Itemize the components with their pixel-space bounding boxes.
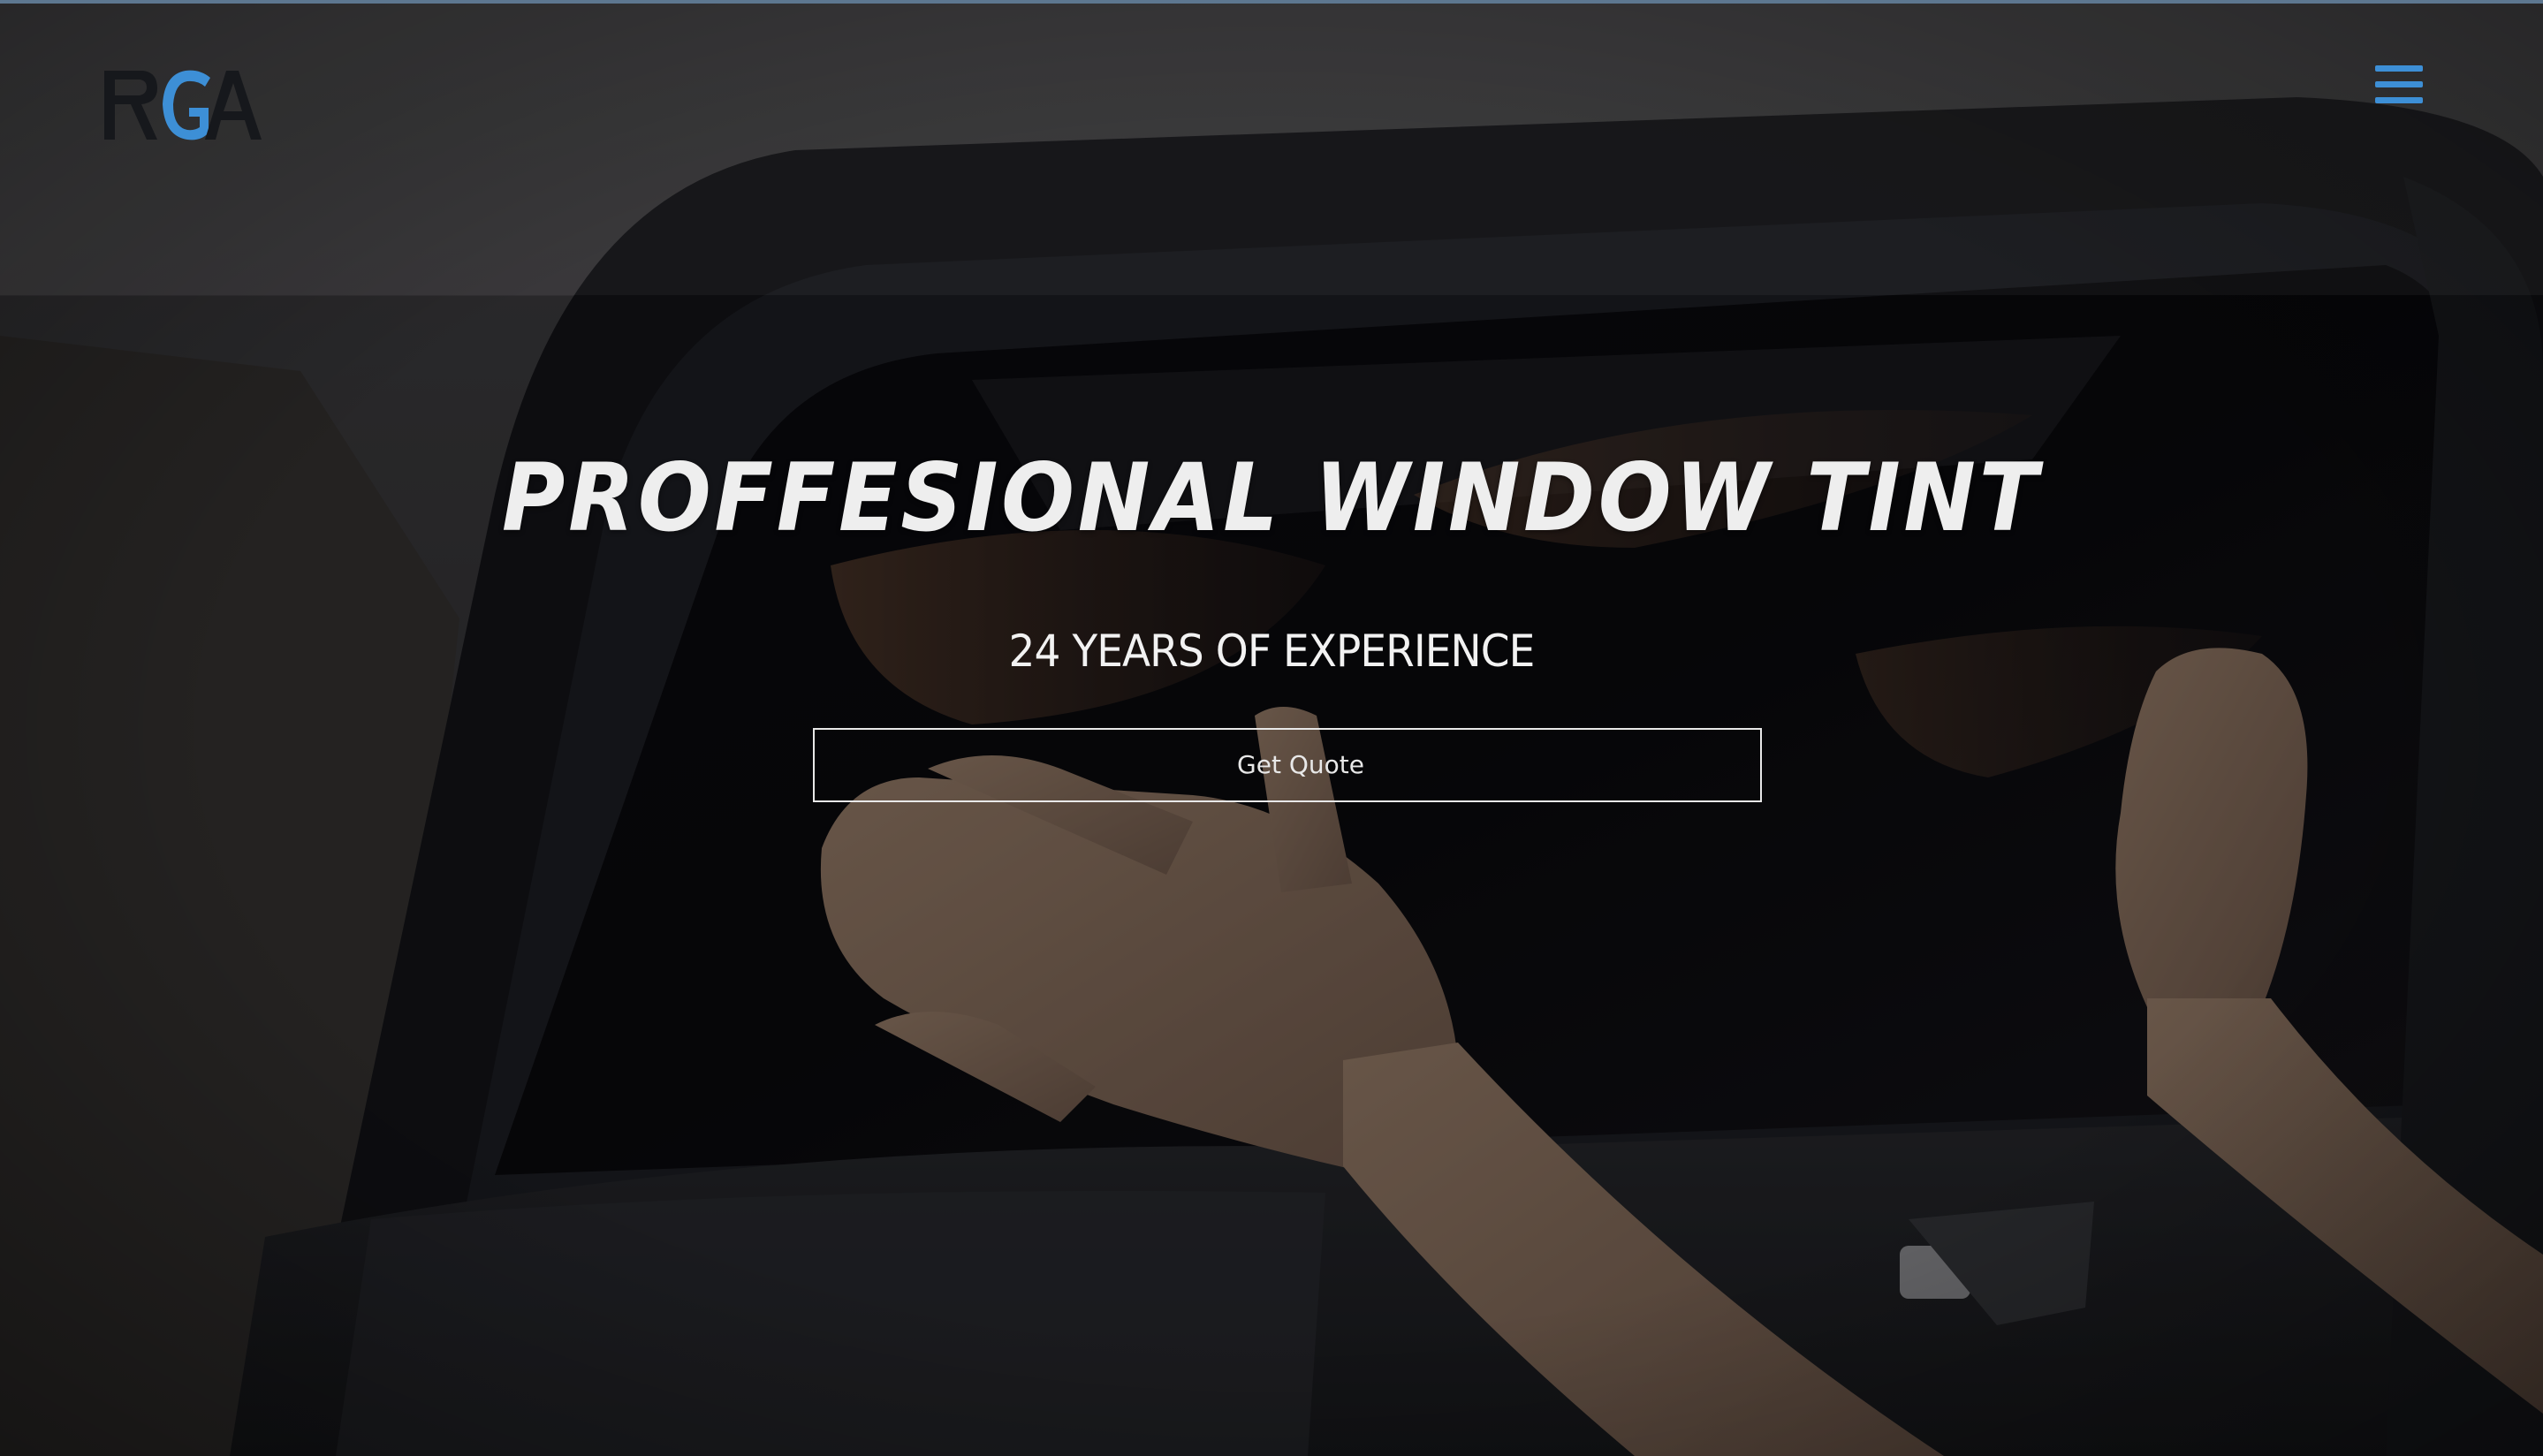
header-bar xyxy=(0,4,2543,295)
get-quote-button[interactable]: Get Quote xyxy=(813,728,1762,802)
menu-bar-bottom xyxy=(2375,97,2423,103)
menu-bar-top xyxy=(2375,65,2423,72)
hero-section: PROFFESIONAL WINDOW TINT 24 YEARS OF EXP… xyxy=(0,0,2543,1456)
hero-subheadline: 24 YEARS OF EXPERIENCE xyxy=(1008,626,1536,677)
menu-bar-middle xyxy=(2375,81,2423,87)
rga-logo[interactable] xyxy=(101,65,262,145)
hamburger-menu-icon[interactable] xyxy=(2375,62,2423,108)
hero-headline: PROFFESIONAL WINDOW TINT xyxy=(501,444,2041,552)
